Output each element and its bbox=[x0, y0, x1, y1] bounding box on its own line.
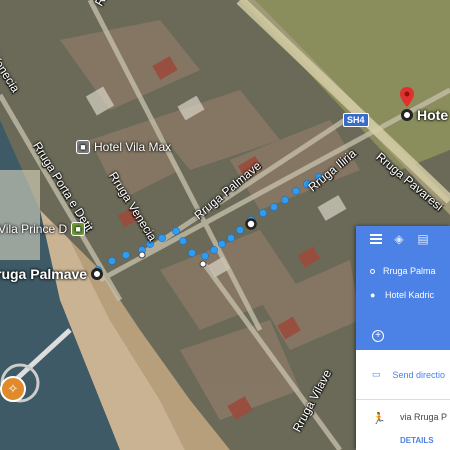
place-vila-prince[interactable]: Vila Prince D ■ bbox=[0, 222, 86, 236]
travel-modes: ◈ ▤ bbox=[356, 226, 450, 252]
details-link[interactable]: DETAILS bbox=[400, 436, 450, 445]
origin-label: ruga Palmave bbox=[0, 266, 88, 282]
transit-icon[interactable]: ▤ bbox=[416, 232, 430, 246]
directions-panel: ◈ ▤ Rruga Palma ● Hotel Kadric + ▭ Send … bbox=[356, 226, 450, 450]
destination-label: Hote bbox=[417, 107, 449, 123]
origin-dot-icon bbox=[370, 268, 375, 274]
send-directions-button[interactable]: ▭ Send directio bbox=[356, 350, 450, 400]
destination-pin-icon[interactable] bbox=[400, 87, 414, 107]
origin-marker[interactable]: ruga Palmave bbox=[0, 266, 104, 282]
lodging-icon: ■ bbox=[71, 222, 86, 236]
origin-waypoint[interactable]: Rruga Palma bbox=[370, 266, 436, 276]
add-destination-button[interactable]: + bbox=[372, 330, 384, 342]
place-hotel-vila-max-label: Hotel Vila Max bbox=[94, 140, 172, 154]
send-to-phone-icon: ▭ bbox=[372, 369, 381, 379]
restaurant-icon[interactable]: ✧ bbox=[0, 376, 26, 402]
destination-waypoint-label: Hotel Kadric bbox=[385, 290, 435, 300]
menu-icon[interactable] bbox=[370, 232, 382, 246]
route-via-label: via Rruga P bbox=[400, 412, 448, 422]
origin-waypoint-label: Rruga Palma bbox=[383, 266, 436, 276]
place-vila-prince-label: Vila Prince D bbox=[0, 222, 68, 236]
destination-ring-icon bbox=[401, 109, 413, 121]
send-directions-label: Send directio bbox=[392, 369, 446, 380]
hotel-icon: ■ bbox=[76, 140, 90, 154]
route-option[interactable]: 🏃 via Rruga P DETAILS bbox=[356, 400, 450, 445]
place-hotel-vila-max[interactable]: ■ Hotel Vila Max bbox=[76, 140, 171, 154]
origin-ring-icon bbox=[91, 268, 104, 280]
walking-icon: 🏃 bbox=[372, 413, 386, 425]
destination-marker[interactable]: Hote bbox=[401, 107, 448, 123]
car-icon[interactable]: ◈ bbox=[392, 232, 406, 246]
destination-pin-small-icon: ● bbox=[370, 289, 376, 300]
destination-waypoint[interactable]: ● Hotel Kadric bbox=[370, 290, 434, 300]
directions-header: ◈ ▤ Rruga Palma ● Hotel Kadric + bbox=[356, 226, 450, 350]
highway-shield: SH4 bbox=[343, 113, 369, 127]
